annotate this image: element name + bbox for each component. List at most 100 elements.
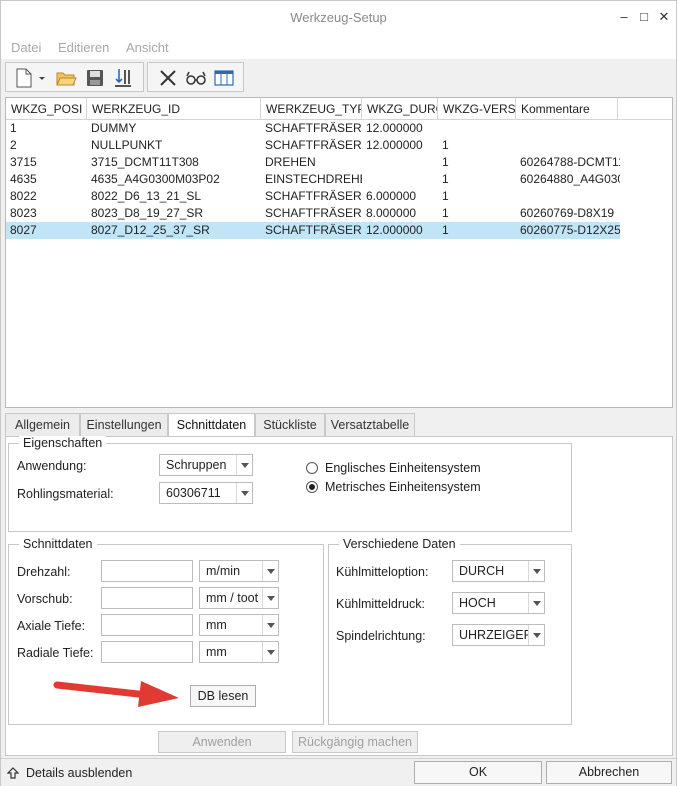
application-select[interactable]: Schruppen xyxy=(159,454,253,476)
apply-button[interactable]: Anwenden xyxy=(158,731,286,753)
menu-file[interactable]: Datei xyxy=(11,40,41,55)
table-row[interactable]: 4635 4635_A4G0300M03P02 EINSTECHDREHEN 1… xyxy=(6,171,620,188)
toolbar-group-file xyxy=(5,62,144,92)
cell-diameter: 12.000000 xyxy=(366,223,423,237)
arrow-up-icon[interactable] xyxy=(7,767,19,779)
table-row[interactable]: 3715 3715_DCMT11T308 DREHEN 1 60264788-D… xyxy=(6,154,620,171)
spindle-direction-label: Spindelrichtung: xyxy=(336,629,426,643)
cell-offset: 1 xyxy=(442,155,449,169)
table-header: WKZG_POSI WERKZEUG_ID WERKZEUG_TYP WKZG_… xyxy=(6,98,672,120)
chevron-down-icon xyxy=(262,642,278,662)
coolant-option-label: Kühlmitteloption: xyxy=(336,565,429,579)
hide-details-link[interactable]: Details ausblenden xyxy=(26,766,132,780)
coolant-pressure-select[interactable]: HOCH xyxy=(452,592,545,614)
read-db-button[interactable]: DB lesen xyxy=(190,685,256,707)
cell-tool-type: SCHAFTFRÄSER xyxy=(265,138,362,152)
glasses-icon[interactable] xyxy=(184,66,208,90)
dialog-footer: Details ausblenden OK Abbrechen xyxy=(1,758,676,786)
cell-diameter: 12.000000 xyxy=(366,121,423,135)
tab-settings[interactable]: Einstellungen xyxy=(80,413,168,437)
maximize-button[interactable]: □ xyxy=(635,8,653,26)
blank-material-label: Rohlingsmaterial: xyxy=(17,487,114,501)
cell-comment: 60260775-D12X25- xyxy=(520,223,620,237)
cell-comment xyxy=(516,188,620,205)
axial-depth-input[interactable] xyxy=(101,614,193,636)
chevron-down-icon xyxy=(262,561,278,581)
table-row[interactable]: 2 NULLPUNKT SCHAFTFRÄSER 12.000000 1 xyxy=(6,137,620,154)
cell-tool-type: SCHAFTFRÄSER xyxy=(265,189,362,203)
column-header-offset[interactable]: WKZG-VERSA xyxy=(438,98,516,120)
ok-button[interactable]: OK xyxy=(414,761,542,784)
properties-legend: Eigenschaften xyxy=(19,436,107,450)
spindle-direction-select[interactable]: UHRZEIGERS xyxy=(452,624,545,646)
coolant-pressure-value: HOCH xyxy=(459,596,496,610)
open-folder-icon[interactable] xyxy=(54,66,78,90)
menu-edit[interactable]: Editieren xyxy=(58,40,109,55)
save-icon[interactable] xyxy=(83,66,107,90)
spindle-speed-input[interactable] xyxy=(101,560,193,582)
minimize-button[interactable]: – xyxy=(615,8,633,26)
cell-offset: 1 xyxy=(442,223,449,237)
cell-tool-id: 8022_D6_13_21_SL xyxy=(91,189,202,203)
cell-diameter: 8.000000 xyxy=(366,206,417,220)
feed-unit-select[interactable]: mm / toot xyxy=(199,587,279,609)
cell-offset: 1 xyxy=(442,172,449,186)
column-header-tool-id[interactable]: WERKZEUG_ID xyxy=(87,98,261,120)
cell-comment xyxy=(516,120,620,137)
title-bar: Werkzeug-Setup – □ ✕ xyxy=(1,1,676,33)
undo-button[interactable]: Rückgängig machen xyxy=(292,731,418,753)
toolbar xyxy=(1,59,676,95)
delete-icon[interactable] xyxy=(156,66,180,90)
cell-position: 4635 xyxy=(10,172,37,186)
axial-depth-unit-select[interactable]: mm xyxy=(199,614,279,636)
feed-input[interactable] xyxy=(101,587,193,609)
table-row[interactable]: 8023 8023_D8_19_27_SR SCHAFTFRÄSER 8.000… xyxy=(6,205,620,222)
tool-table[interactable]: WKZG_POSI WERKZEUG_ID WERKZEUG_TYP WKZG_… xyxy=(5,97,673,408)
column-header-diameter[interactable]: WKZG_DURC xyxy=(362,98,438,120)
chevron-down-icon xyxy=(528,625,544,645)
radial-depth-unit-select[interactable]: mm xyxy=(199,641,279,663)
tab-offset-table[interactable]: Versatztabelle xyxy=(325,413,415,437)
column-header-comment[interactable]: Kommentare xyxy=(516,98,618,120)
cancel-button[interactable]: Abbrechen xyxy=(546,761,672,784)
coolant-option-select[interactable]: DURCH xyxy=(452,560,545,582)
metric-units-label: Metrisches Einheitensystem xyxy=(325,480,481,494)
cell-position: 8023 xyxy=(10,206,37,220)
column-header-position[interactable]: WKZG_POSI xyxy=(6,98,87,120)
cell-tool-id: 8027_D12_25_37_SR xyxy=(91,223,210,237)
menu-view[interactable]: Ansicht xyxy=(126,40,169,55)
properties-group: Eigenschaften Anwendung: Schruppen Rohli… xyxy=(8,436,572,532)
cell-diameter: 6.000000 xyxy=(366,189,417,203)
spindle-speed-unit-select[interactable]: m/min xyxy=(199,560,279,582)
table-row[interactable]: 1 DUMMY SCHAFTFRÄSER 12.000000 xyxy=(6,120,620,137)
cell-diameter: 12.000000 xyxy=(366,138,423,152)
radial-depth-input[interactable] xyxy=(101,641,193,663)
cell-comment: 60264880_A4G030 xyxy=(520,172,620,186)
tab-parts-list[interactable]: Stückliste xyxy=(255,413,325,437)
english-units-radio[interactable] xyxy=(306,462,318,474)
chevron-down-icon xyxy=(262,588,278,608)
cutting-data-legend: Schnittdaten xyxy=(19,537,97,551)
tab-general[interactable]: Allgemein xyxy=(5,413,80,437)
table-row-selected[interactable]: 8027 8027_D12_25_37_SR SCHAFTFRÄSER 12.0… xyxy=(6,222,620,239)
tool-setup-window: Werkzeug-Setup – □ ✕ Datei Editieren Ans… xyxy=(0,0,677,786)
blank-material-select[interactable]: 60306711 xyxy=(159,482,253,504)
radial-depth-unit: mm xyxy=(206,645,227,659)
close-button[interactable]: ✕ xyxy=(655,8,673,26)
table-row[interactable]: 8022 8022_D6_13_21_SL SCHAFTFRÄSER 6.000… xyxy=(6,188,620,205)
table-columns-icon[interactable] xyxy=(212,66,236,90)
tab-cutting-data[interactable]: Schnittdaten xyxy=(168,413,255,438)
cell-comment: 60260769-D8X19 xyxy=(520,206,615,220)
red-arrow-annotation xyxy=(53,681,179,707)
spindle-speed-unit: m/min xyxy=(206,564,241,578)
new-file-icon[interactable] xyxy=(12,66,36,90)
column-header-tool-type[interactable]: WERKZEUG_TYP xyxy=(261,98,362,120)
chevron-down-icon xyxy=(528,593,544,613)
dropdown-arrow-icon[interactable] xyxy=(37,66,47,90)
coolant-pressure-label: Kühlmitteldruck: xyxy=(336,597,425,611)
import-icon[interactable] xyxy=(111,66,135,90)
feed-unit: mm / toot xyxy=(206,591,259,605)
metric-units-radio[interactable] xyxy=(306,481,318,493)
axial-depth-label: Axiale Tiefe: xyxy=(17,619,86,633)
cell-tool-id: 4635_A4G0300M03P02 xyxy=(91,172,220,186)
